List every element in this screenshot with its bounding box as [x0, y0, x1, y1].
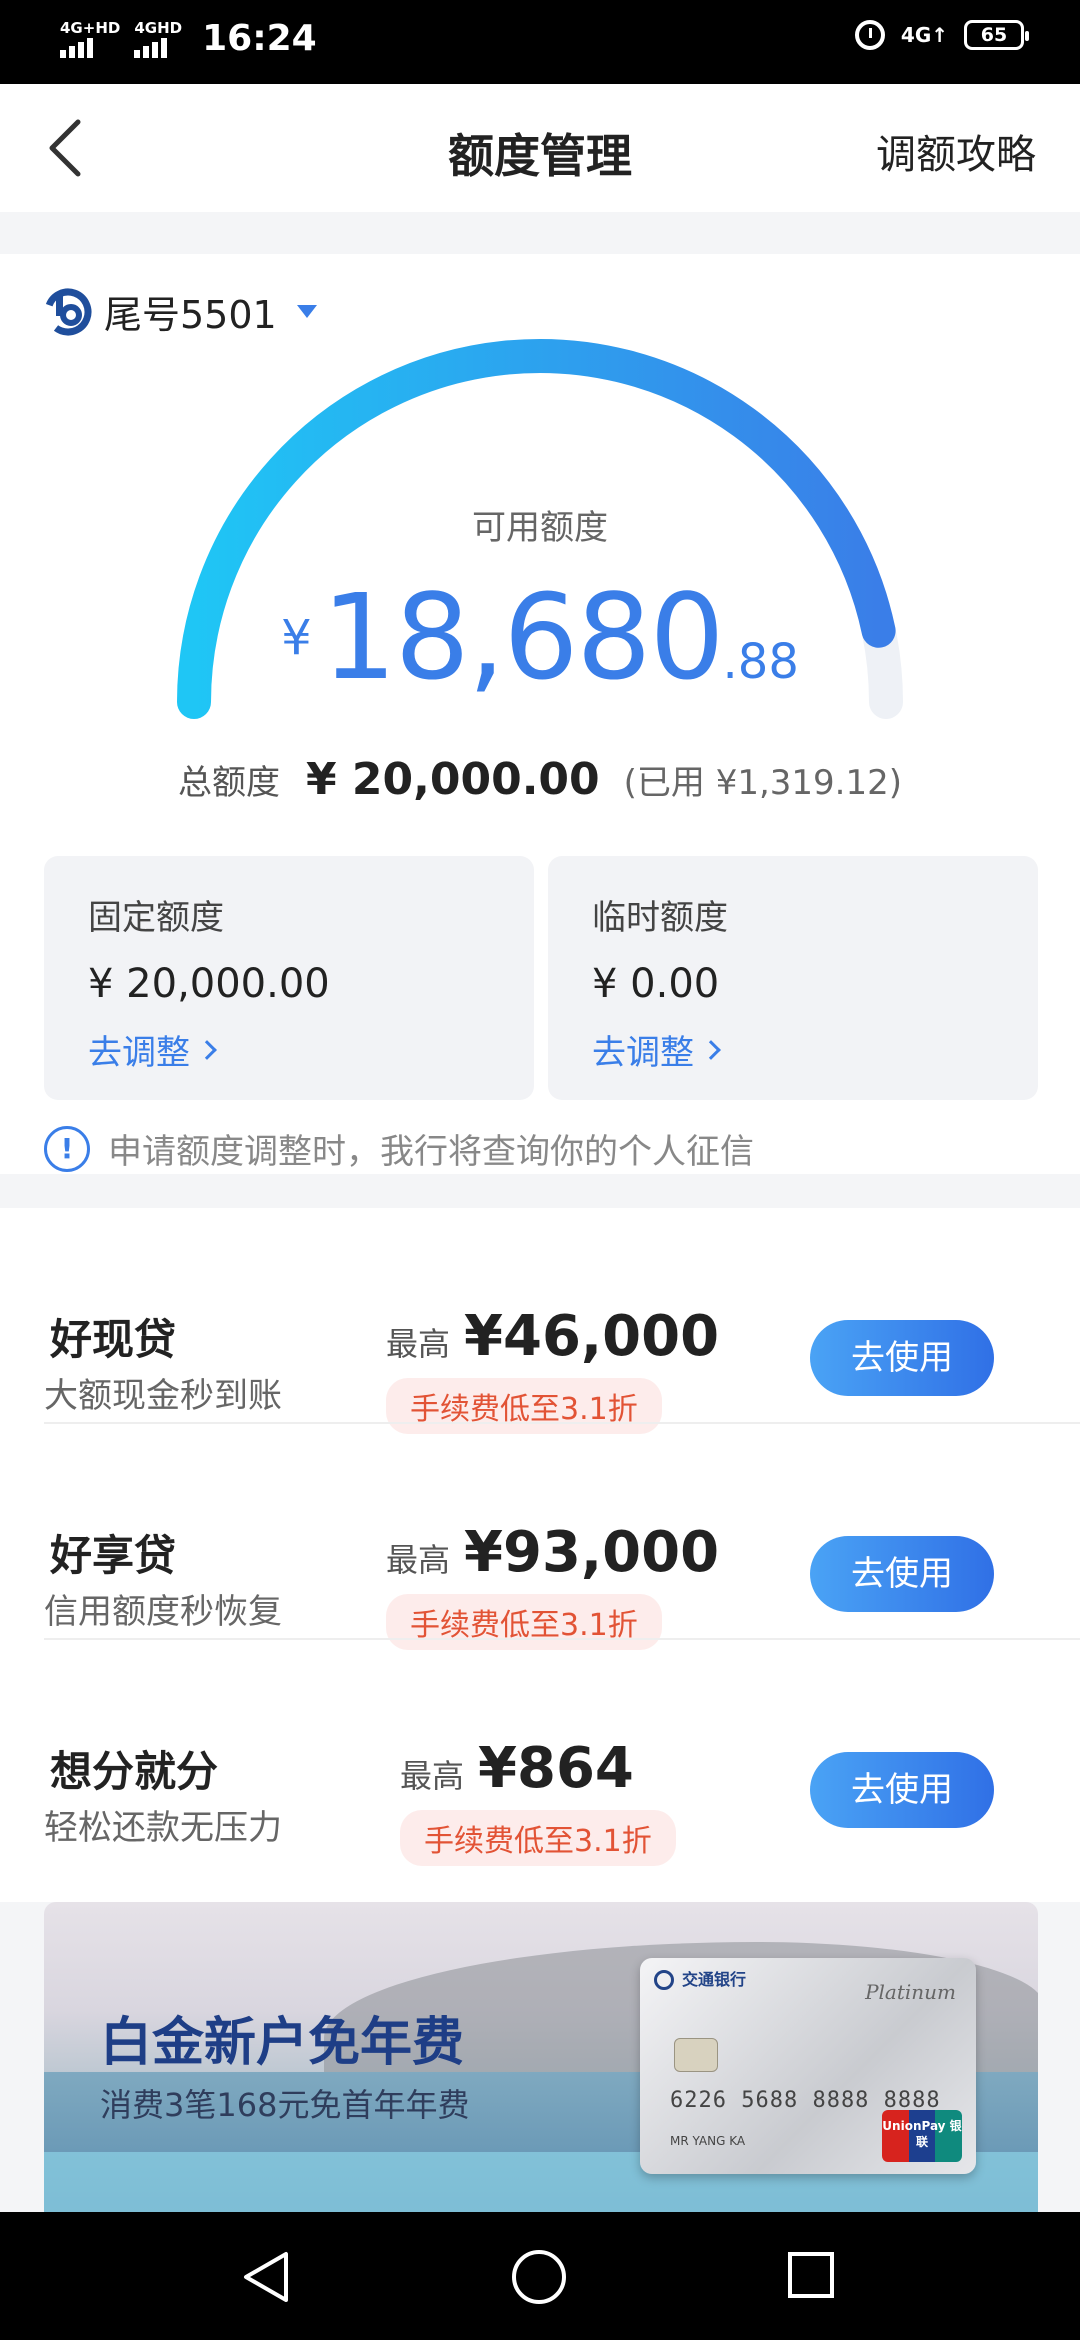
total-credit-label: 总额度 [177, 763, 280, 803]
adjust-temporary-link[interactable]: 去调整 [592, 1025, 1038, 1074]
battery-icon: 65 [964, 20, 1029, 50]
fee-discount-badge: 手续费低至3.1折 [400, 1810, 676, 1866]
credit-check-notice: ! 申请额度调整时，我行将查询你的个人征信 [44, 1124, 754, 1173]
loan-item-xiangfenjiufen: 想分就分 轻松还款无压力 最高 ¥864 手续费低至3.1折 去使用 [0, 1640, 1080, 1866]
loan-name: 想分就分 [50, 1747, 219, 1796]
promo-banner[interactable]: 白金新户免年费 消费3笔168元免首年年费 交通银行 Platinum 6226… [44, 1902, 1038, 2212]
banner-title: 白金新户免年费 [100, 2013, 465, 2073]
available-credit-label: 可用额度 [472, 508, 608, 548]
system-nav-bar [0, 2212, 1080, 2340]
status-left: 4G+HD 4GHD 16:24 [60, 18, 317, 59]
available-decimal: .88 [722, 634, 799, 690]
total-credit: 总额度 ¥ 20,000.00 (已用 ¥1,319.12) [0, 754, 1080, 805]
loan-max-label: 最高 [400, 1757, 465, 1795]
use-button[interactable]: 去使用 [810, 1752, 994, 1828]
available-integer: 18,680 [321, 568, 725, 706]
loan-max-label: 最高 [386, 1541, 451, 1579]
fixed-credit-amount: ¥ 20,000.00 [88, 961, 330, 1007]
adjust-guide-link[interactable]: 调额攻略 [876, 122, 1036, 180]
temporary-credit-title: 临时额度 [592, 898, 728, 938]
loan-max: 最高 ¥93,000 [386, 1520, 719, 1585]
use-button[interactable]: 去使用 [810, 1536, 994, 1612]
signal-bars-icon [60, 36, 93, 58]
unionpay-logo-icon: UnionPay 银联 [882, 2110, 962, 2162]
chevron-right-icon [197, 1039, 217, 1060]
fixed-credit-title: 固定额度 [88, 898, 224, 938]
used-credit: (已用 ¥1,319.12) [623, 763, 903, 803]
temporary-credit-amount: ¥ 0.00 [592, 961, 720, 1007]
adjust-fixed-link[interactable]: 去调整 [88, 1025, 534, 1074]
signal-2: 4GHD [134, 20, 182, 58]
card-network: UnionPay 银联 [882, 2119, 962, 2149]
currency-symbol: ¥ [281, 610, 312, 666]
credit-card-image: 交通银行 Platinum 6226 5688 8888 8888 MR YAN… [640, 1958, 976, 2174]
loan-subtitle: 轻松还款无压力 [44, 1808, 282, 1848]
dropdown-arrow-icon [296, 305, 317, 318]
loan-products: 好现贷 大额现金秒到账 最高 ¥46,000 手续费低至3.1折 去使用 好享贷 … [0, 1208, 1080, 1902]
fixed-credit-box: 固定额度 ¥ 20,000.00 去调整 [44, 856, 534, 1100]
banner-subtitle: 消费3笔168元免首年年费 [100, 2086, 470, 2124]
adjust-temporary-label: 去调整 [592, 1033, 694, 1073]
alarm-icon [854, 20, 885, 50]
card-bank-name: 交通银行 [682, 1970, 747, 1989]
loan-subtitle: 大额现金秒到账 [44, 1376, 282, 1416]
temporary-credit-box: 临时额度 ¥ 0.00 去调整 [548, 856, 1038, 1100]
card-bank-logo-icon [654, 1970, 674, 1990]
account-label: 尾号5501 [104, 293, 277, 337]
loan-item-haoxiangdai: 好享贷 信用额度秒恢复 最高 ¥93,000 手续费低至3.1折 去使用 [0, 1424, 1080, 1650]
loan-subtitle: 信用额度秒恢复 [44, 1592, 282, 1632]
signal-1-label: 4G+HD [60, 18, 121, 37]
loan-item-haoxiandai: 好现贷 大额现金秒到账 最高 ¥46,000 手续费低至3.1折 去使用 [0, 1208, 1080, 1434]
status-right: 4G↑ 65 [854, 20, 1029, 50]
signal-2-label: 4GHD [134, 18, 183, 37]
loan-max-label: 最高 [386, 1325, 451, 1363]
info-icon: ! [44, 1125, 90, 1172]
credit-summary-card: 尾号5501 可用额度 ¥18,680.88 总额度 ¥ 20,000.00 (已用… [0, 254, 1080, 1174]
card-holder: MR YANG KA [670, 2134, 746, 2148]
loan-max: 最高 ¥864 [400, 1736, 634, 1801]
system-back-icon[interactable] [240, 2250, 292, 2304]
notice-text: 申请额度调整时，我行将查询你的个人征信 [108, 1132, 754, 1172]
loan-max-amount: ¥93,000 [464, 1520, 720, 1585]
network-indicator: 4G↑ [900, 23, 948, 47]
nav-bar: 额度管理 调额攻略 [0, 84, 1080, 212]
total-credit-amount: ¥ 20,000.00 [305, 754, 600, 805]
loan-name: 好享贷 [50, 1531, 177, 1580]
chevron-right-icon [701, 1039, 721, 1060]
card-chip-icon [674, 2038, 718, 2072]
system-home-icon[interactable] [512, 2250, 566, 2304]
use-button[interactable]: 去使用 [810, 1320, 994, 1396]
status-bar: 4G+HD 4GHD 16:24 4G↑ 65 [0, 0, 1080, 84]
bank-logo-icon [44, 288, 92, 335]
credit-boxes: 固定额度 ¥ 20,000.00 去调整 临时额度 ¥ 0.00 去调整 [44, 856, 1038, 1100]
loan-max: 最高 ¥46,000 [386, 1304, 719, 1369]
loan-max-amount: ¥864 [478, 1736, 634, 1801]
system-recents-icon[interactable] [788, 2252, 834, 2298]
loan-name: 好现贷 [50, 1315, 177, 1364]
battery-level: 65 [980, 24, 1008, 46]
signal-1: 4G+HD [60, 20, 120, 58]
card-tier: Platinum [865, 1980, 956, 2004]
account-selector[interactable]: 尾号5501 [44, 284, 317, 339]
clock: 16:24 [202, 18, 317, 59]
available-credit-amount: ¥18,680.88 [0, 568, 1080, 706]
loan-max-amount: ¥46,000 [464, 1304, 720, 1369]
signal-bars-icon [134, 36, 168, 58]
adjust-fixed-label: 去调整 [88, 1033, 190, 1073]
